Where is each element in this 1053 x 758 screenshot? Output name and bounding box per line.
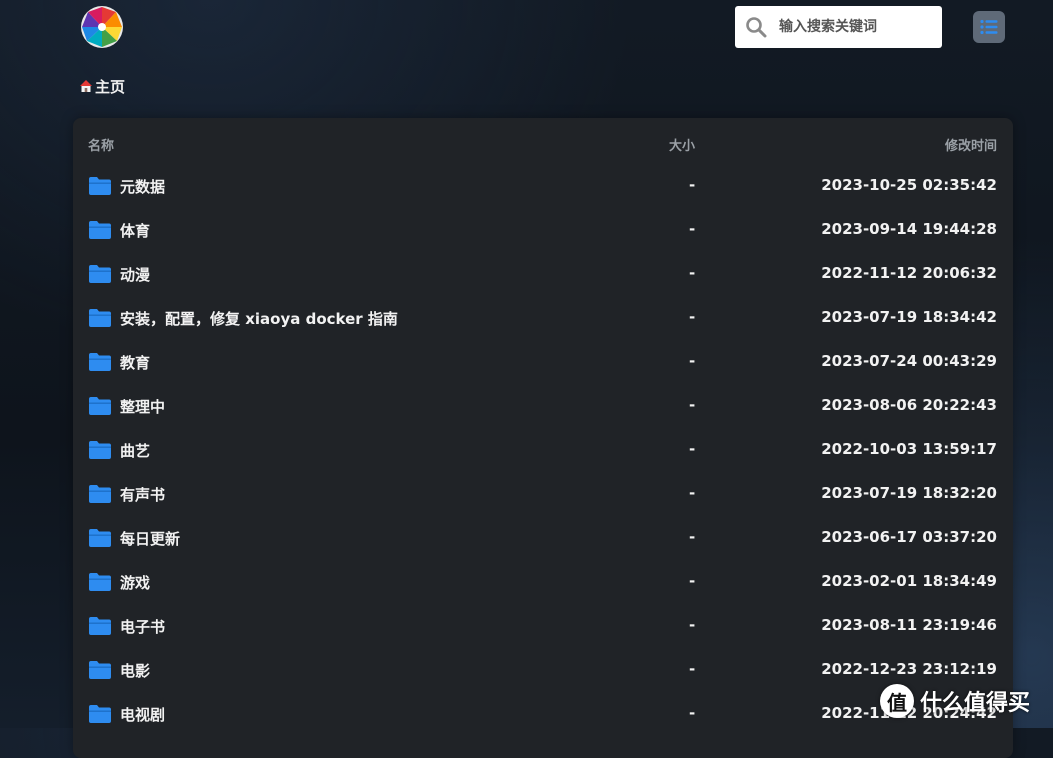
file-row[interactable]: 有声书 - 2023-07-19 18:32:20 xyxy=(73,472,1013,516)
file-row[interactable]: 动漫 - 2022-11-12 20:06:32 xyxy=(73,252,1013,296)
file-row[interactable]: 电子书 - 2023-08-11 23:19:46 xyxy=(73,604,1013,648)
menu-button[interactable] xyxy=(973,11,1005,43)
folder-icon xyxy=(89,397,111,415)
file-size: - xyxy=(689,264,696,282)
logo-icon xyxy=(81,6,123,48)
breadcrumb: 主页 xyxy=(79,75,125,97)
search-icon xyxy=(746,17,767,38)
app-logo[interactable] xyxy=(80,5,124,49)
search-input[interactable] xyxy=(779,15,934,39)
file-mtime: 2023-10-25 02:35:42 xyxy=(821,176,997,194)
file-list-header: 名称 大小 修改时间 xyxy=(73,118,1013,168)
file-mtime: 2023-09-14 19:44:28 xyxy=(821,220,997,238)
file-size: - xyxy=(689,616,696,634)
file-mtime: 2022-12-23 23:12:19 xyxy=(821,660,997,678)
folder-icon xyxy=(89,441,111,459)
file-size: - xyxy=(689,528,696,546)
file-mtime: 2022-11-12 20:06:32 xyxy=(821,264,997,282)
file-size: - xyxy=(689,308,696,326)
file-row[interactable]: 安装，配置，修复 xiaoya docker 指南 - 2023-07-19 1… xyxy=(73,296,1013,340)
file-name[interactable]: 电子书 xyxy=(120,616,165,637)
file-mtime: 2022-10-03 13:59:17 xyxy=(821,440,997,458)
folder-icon xyxy=(89,573,111,591)
file-size: - xyxy=(689,660,696,678)
folder-icon xyxy=(89,617,111,635)
watermark-text: 什么值得买 xyxy=(920,691,1031,716)
file-mtime: 2023-07-19 18:34:42 xyxy=(821,308,997,326)
file-size: - xyxy=(689,704,696,722)
folder-icon xyxy=(89,661,111,679)
column-header-name[interactable]: 名称 xyxy=(88,135,114,154)
file-size: - xyxy=(689,572,696,590)
list-icon xyxy=(980,19,998,35)
file-mtime: 2023-07-24 00:43:29 xyxy=(821,352,997,370)
file-row[interactable]: 曲艺 - 2022-10-03 13:59:17 xyxy=(73,428,1013,472)
file-name[interactable]: 整理中 xyxy=(120,396,165,417)
file-list-rows: 元数据 - 2023-10-25 02:35:42 体育 - 2023-09-1… xyxy=(73,164,1013,736)
file-name[interactable]: 体育 xyxy=(120,220,150,241)
file-mtime: 2023-08-11 23:19:46 xyxy=(821,616,997,634)
watermark-badge: 值 xyxy=(880,684,914,718)
file-row[interactable]: 电视剧 - 2022-11-12 20:24:42 xyxy=(73,692,1013,736)
file-name[interactable]: 有声书 xyxy=(120,484,165,505)
folder-icon xyxy=(89,353,111,371)
column-header-size[interactable]: 大小 xyxy=(669,135,695,154)
file-row[interactable]: 整理中 - 2023-08-06 20:22:43 xyxy=(73,384,1013,428)
file-size: - xyxy=(689,396,696,414)
watermark: 值 什么值得买 xyxy=(880,684,1048,718)
file-row[interactable]: 体育 - 2023-09-14 19:44:28 xyxy=(73,208,1013,252)
file-name[interactable]: 电影 xyxy=(120,660,150,681)
file-mtime: 2023-07-19 18:32:20 xyxy=(821,484,997,502)
folder-icon xyxy=(89,177,111,195)
file-mtime: 2023-06-17 03:37:20 xyxy=(821,528,997,546)
file-name[interactable]: 安装，配置，修复 xiaoya docker 指南 xyxy=(120,308,398,329)
folder-icon xyxy=(89,265,111,283)
folder-icon xyxy=(89,705,111,723)
folder-icon xyxy=(89,221,111,239)
file-size: - xyxy=(689,352,696,370)
file-row[interactable]: 每日更新 - 2023-06-17 03:37:20 xyxy=(73,516,1013,560)
file-size: - xyxy=(689,440,696,458)
column-header-mtime[interactable]: 修改时间 xyxy=(945,135,997,154)
home-icon xyxy=(80,80,92,92)
file-size: - xyxy=(689,484,696,502)
breadcrumb-home-link[interactable]: 主页 xyxy=(95,76,125,97)
file-name[interactable]: 曲艺 xyxy=(120,440,150,461)
file-mtime: 2023-02-01 18:34:49 xyxy=(821,572,997,590)
file-name[interactable]: 动漫 xyxy=(120,264,150,285)
file-name[interactable]: 每日更新 xyxy=(120,528,180,549)
file-mtime: 2023-08-06 20:22:43 xyxy=(821,396,997,414)
file-row[interactable]: 元数据 - 2023-10-25 02:35:42 xyxy=(73,164,1013,208)
file-name[interactable]: 教育 xyxy=(120,352,150,373)
file-size: - xyxy=(689,220,696,238)
folder-icon xyxy=(89,309,111,327)
file-row[interactable]: 电影 - 2022-12-23 23:12:19 xyxy=(73,648,1013,692)
folder-icon xyxy=(89,529,111,547)
file-size: - xyxy=(689,176,696,194)
file-name[interactable]: 游戏 xyxy=(120,572,150,593)
folder-icon xyxy=(89,485,111,503)
file-row[interactable]: 教育 - 2023-07-24 00:43:29 xyxy=(73,340,1013,384)
file-row[interactable]: 游戏 - 2023-02-01 18:34:49 xyxy=(73,560,1013,604)
file-list-panel: 名称 大小 修改时间 元数据 - 2023-10-25 02:35:42 体育 … xyxy=(73,118,1013,758)
file-name[interactable]: 元数据 xyxy=(120,176,165,197)
file-name[interactable]: 电视剧 xyxy=(120,704,165,725)
search-box[interactable] xyxy=(735,6,942,48)
